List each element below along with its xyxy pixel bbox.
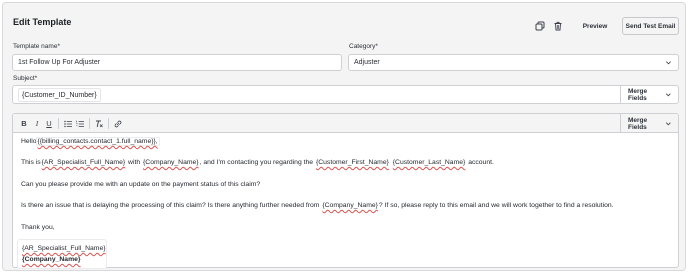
greeting-text: Hello [21,138,37,145]
trash-icon[interactable] [552,20,564,32]
body-text: Is there an issue that is delaying the p… [21,202,322,209]
merge-fields-label: Merge Fields [628,87,648,102]
body-text: ? If so, please reply to this email and … [378,202,614,209]
preview-button[interactable]: Preview [576,17,614,35]
merge-fields-label: Merge Fields [628,116,648,131]
email-body-editor[interactable]: B I U Merge Fields Hello {{billing_conta… [12,113,679,268]
toolbar-divider [89,118,90,129]
template-name-input[interactable]: 1st Follow Up For Adjuster [12,54,342,71]
bullet-list-icon[interactable] [63,118,73,129]
subject-merge-field-chip[interactable]: {Customer_ID_Number} [18,88,101,102]
body-text: Can you please provide me with an update… [21,181,261,188]
merge-field-customer-last[interactable]: {Customer_Last_Name} [392,159,467,166]
category-value: Adjuster [354,59,380,66]
body-text: account. [466,159,494,166]
clear-format-icon[interactable] [94,118,104,129]
category-select[interactable]: Adjuster [348,54,679,71]
link-icon[interactable] [113,118,123,129]
chevron-down-icon [666,122,672,126]
numbered-list-icon[interactable] [75,118,85,129]
subject-merge-fields-dropdown[interactable]: Merge Fields [620,86,678,103]
merge-field-company[interactable]: {Company_Name} [321,202,379,209]
body-text: with [126,159,143,166]
edit-template-panel: Edit Template Preview Send Test Email Te… [2,2,686,271]
italic-button[interactable]: I [32,118,42,129]
copy-icon[interactable] [534,20,546,32]
thanks-line: Thank you, [21,224,55,231]
underline-button[interactable]: U [44,118,54,129]
template-name-label: Template name* [13,43,60,50]
chevron-down-icon [666,93,672,97]
merge-field-company[interactable]: {Company_Name} [142,159,200,166]
signature-name-line: {AR_Specialist_Full_Name} [21,245,107,252]
body-text: This is [21,159,41,166]
body-text: Thank you, [21,224,55,231]
category-label: Category* [349,43,378,50]
body-merge-fields-dropdown[interactable]: Merge Fields [620,114,678,133]
bold-button[interactable]: B [19,118,29,129]
intro-line: This is {AR_Specialist_Full_Name} with {… [21,159,494,166]
greeting-line: Hello {{billing_contacts.contact_1.full_… [21,138,159,145]
body-text: , and I'm contacting you regarding the [199,159,315,166]
issue-line: Is there an issue that is delaying the p… [21,202,614,209]
question-line: Can you please provide me with an update… [21,181,260,188]
merge-field-customer-first[interactable]: {Customer_First_Name} [315,159,390,166]
merge-field-company[interactable]: {Company_Name} [21,256,82,263]
subject-input[interactable]: {Customer_ID_Number} Merge Fields [12,85,679,104]
editor-toolbar: B I U Merge Fields [13,114,678,133]
merge-field-ar-specialist[interactable]: {AR_Specialist_Full_Name} [41,159,127,166]
toolbar-divider [58,118,59,129]
merge-field-ar-specialist[interactable]: {AR_Specialist_Full_Name} [21,245,107,252]
subject-label: Subject* [13,75,38,82]
signature-company-line: {Company_Name} [21,256,82,263]
toolbar-divider [108,118,109,129]
page-title: Edit Template [13,17,72,27]
chevron-down-icon [666,61,671,65]
merge-field-billing-contact[interactable]: {{billing_contacts.contact_1.full_name}}… [36,138,159,145]
template-name-value: 1st Follow Up For Adjuster [18,59,101,66]
send-test-email-button[interactable]: Send Test Email [622,17,679,35]
